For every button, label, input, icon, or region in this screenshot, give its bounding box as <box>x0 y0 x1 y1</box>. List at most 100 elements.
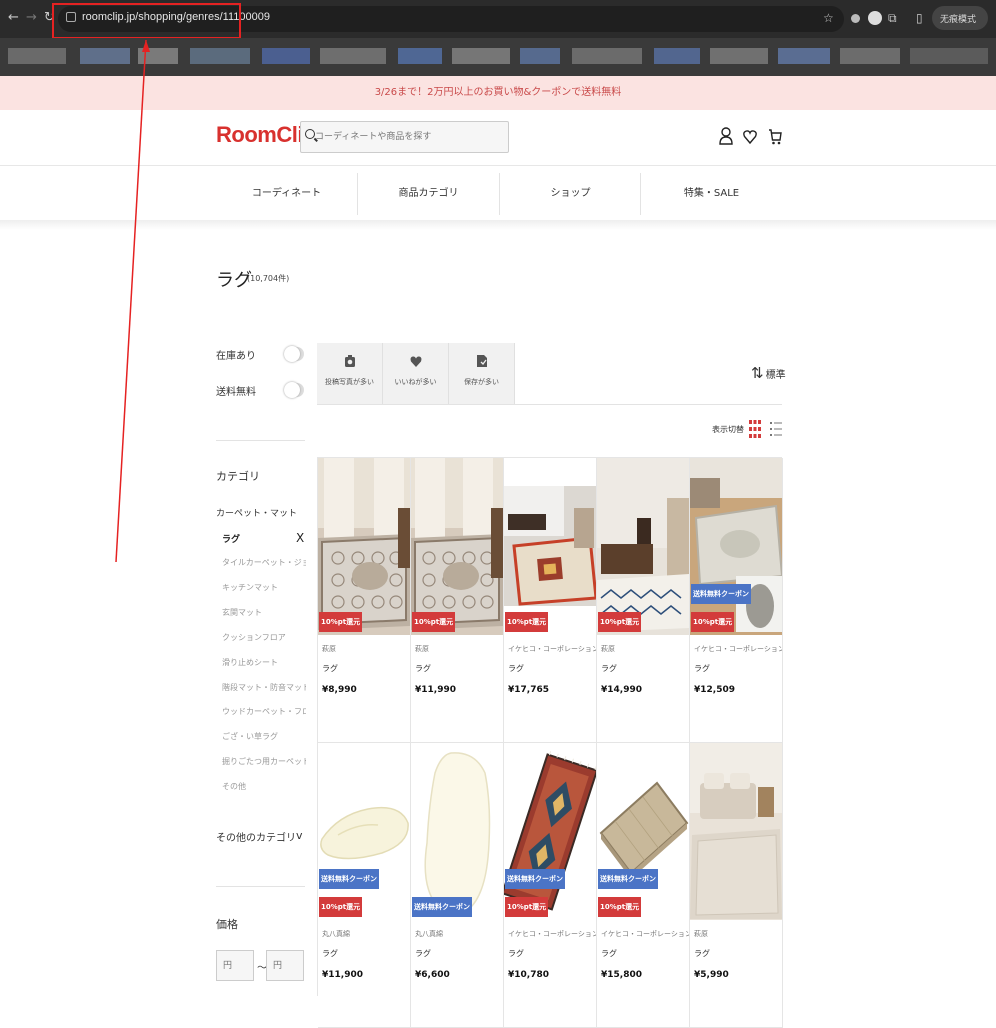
product-image[interactable] <box>504 743 596 920</box>
category-item[interactable]: クッションフロア <box>222 632 306 643</box>
chevron-down-icon[interactable]: v <box>296 829 303 842</box>
product-image[interactable] <box>597 458 689 635</box>
shop-name[interactable]: 萩原 <box>415 644 503 654</box>
price-min-input[interactable] <box>216 950 254 981</box>
product-card[interactable]: 10%pt還元 イケヒコ・コーポレーション ラグ ¥17,765 <box>504 458 597 743</box>
user-icon[interactable] <box>719 126 733 146</box>
forward-icon[interactable]: → <box>26 10 37 25</box>
product-card[interactable]: 送料無料クーポン 10%pt還元 イケヒコ・コーポレーション ラグ ¥12,50… <box>690 458 783 743</box>
camera-icon <box>344 354 356 368</box>
product-name[interactable]: ラグ <box>601 663 617 674</box>
tab-most-saves[interactable]: 保存が多い <box>449 343 515 404</box>
point-badge: 10%pt還元 <box>598 897 642 917</box>
promo-banner[interactable]: 3/26まで！2万円以上のお買い物&クーポンで送料無料 <box>0 76 996 110</box>
product-image[interactable] <box>318 743 410 920</box>
price-heading: 価格 <box>216 918 238 931</box>
free-shipping-toggle[interactable] <box>284 382 304 398</box>
nav-shop[interactable]: ショップ <box>500 173 641 215</box>
product-card[interactable]: 送料無料クーポン 10%pt還元 丸八真綿 ラグ ¥11,900 <box>318 743 411 1028</box>
blurred-bookmark <box>520 48 560 64</box>
category-parent[interactable]: カーペット・マット <box>216 506 297 519</box>
shop-name[interactable]: 萩原 <box>601 644 689 654</box>
product-name[interactable]: ラグ <box>694 948 710 959</box>
incognito-badge[interactable]: 无痕模式 <box>932 6 988 30</box>
back-icon[interactable]: ← <box>8 10 19 25</box>
category-item[interactable]: キッチンマット <box>222 582 306 593</box>
nav-product-category[interactable]: 商品カテゴリ <box>358 173 499 215</box>
product-name[interactable]: ラグ <box>508 663 524 674</box>
profile-extension-icon[interactable] <box>868 11 882 25</box>
category-item[interactable]: ウッドカーペット・フロアマット <box>222 706 306 717</box>
shop-name[interactable]: 丸八真綿 <box>415 929 503 939</box>
sort-arrows-icon: ⇅ <box>751 364 764 382</box>
shop-name[interactable]: イケヒコ・コーポレーション <box>601 929 689 939</box>
category-clear-button[interactable]: X <box>296 531 304 545</box>
free-shipping-coupon-badge: 送料無料クーポン <box>319 869 379 889</box>
shop-name[interactable]: イケヒコ・コーポレーション <box>694 644 782 654</box>
shop-name[interactable]: 萩原 <box>694 929 782 939</box>
category-item[interactable]: 掘りごたつ用カーペット <box>222 756 306 767</box>
blurred-bookmark <box>840 48 900 64</box>
in-stock-toggle[interactable] <box>284 346 304 362</box>
product-name[interactable]: ラグ <box>508 948 524 959</box>
category-heading: カテゴリ <box>216 470 260 483</box>
product-price: ¥6,600 <box>415 970 450 980</box>
product-image[interactable] <box>318 458 410 635</box>
sort-dropdown[interactable]: ⇅ 標準 <box>751 364 786 382</box>
shop-name[interactable]: 丸八真綿 <box>322 929 410 939</box>
category-item[interactable]: その他 <box>222 781 306 792</box>
product-name[interactable]: ラグ <box>601 948 617 959</box>
product-image[interactable] <box>411 743 503 920</box>
search-box[interactable] <box>300 121 509 153</box>
product-card[interactable]: 萩原 ラグ ¥5,990 <box>690 743 783 1028</box>
category-active-item[interactable]: ラグ <box>222 532 306 545</box>
other-categories-toggle[interactable]: その他のカテゴリ <box>216 829 296 844</box>
price-max-input[interactable] <box>266 950 304 981</box>
product-image[interactable] <box>690 458 782 635</box>
product-card[interactable]: 10%pt還元 萩原 ラグ ¥8,990 <box>318 458 411 743</box>
grid-view-icon[interactable] <box>749 420 761 438</box>
product-name[interactable]: ラグ <box>415 663 431 674</box>
blurred-bookmark <box>138 48 178 64</box>
cart-icon[interactable] <box>768 126 782 146</box>
product-image[interactable] <box>504 458 596 635</box>
product-name[interactable]: ラグ <box>322 948 338 959</box>
product-image[interactable] <box>411 458 503 635</box>
shop-name[interactable]: 萩原 <box>322 644 410 654</box>
product-price: ¥8,990 <box>322 685 357 695</box>
tab-most-likes[interactable]: いいねが多い <box>383 343 449 404</box>
category-item[interactable]: 滑り止めシート <box>222 657 306 668</box>
nav-coordinate[interactable]: コーディネート <box>216 173 357 215</box>
product-name[interactable]: ラグ <box>415 948 431 959</box>
divider <box>317 404 782 405</box>
product-name[interactable]: ラグ <box>694 663 710 674</box>
product-card[interactable]: 10%pt還元 萩原 ラグ ¥11,990 <box>411 458 504 743</box>
category-item[interactable]: 階段マット・防音マット <box>222 682 306 693</box>
search-input[interactable] <box>315 122 505 152</box>
product-card[interactable]: 送料無料クーポン 丸八真綿 ラグ ¥6,600 <box>411 743 504 1028</box>
product-name[interactable]: ラグ <box>322 663 338 674</box>
nav-feature-sale[interactable]: 特集・SALE <box>641 173 782 215</box>
category-item[interactable]: 玄関マット <box>222 607 306 618</box>
free-shipping-coupon-badge: 送料無料クーポン <box>412 897 472 917</box>
blurred-bookmark <box>398 48 442 64</box>
category-item[interactable]: ござ・い草ラグ <box>222 731 306 742</box>
bookmark-star-icon[interactable]: ☆ <box>823 11 834 25</box>
list-view-icon[interactable] <box>770 421 782 437</box>
category-item[interactable]: タイルカーペット・ジョイントマット <box>222 557 306 568</box>
sidebar-icon[interactable]: ▯ <box>916 11 923 25</box>
shop-name[interactable]: イケヒコ・コーポレーション <box>508 929 596 939</box>
shop-name[interactable]: イケヒコ・コーポレーション <box>508 644 596 654</box>
puzzle-icon[interactable]: ⧉ <box>888 11 897 26</box>
product-image[interactable] <box>690 743 782 920</box>
tab-most-photos[interactable]: 投稿写真が多い <box>317 343 383 404</box>
product-image[interactable] <box>597 743 689 920</box>
extension-icon[interactable] <box>851 14 860 23</box>
point-badge: 10%pt還元 <box>505 897 549 917</box>
product-card[interactable]: 10%pt還元 萩原 ラグ ¥14,990 <box>597 458 690 743</box>
heart-icon[interactable] <box>743 126 757 146</box>
product-card[interactable]: 送料無料クーポン 10%pt還元 イケヒコ・コーポレーション ラグ ¥15,80… <box>597 743 690 1028</box>
product-card[interactable]: 送料無料クーポン 10%pt還元 イケヒコ・コーポレーション ラグ ¥10,78… <box>504 743 597 1028</box>
point-badge: 10%pt還元 <box>412 612 456 632</box>
product-price: ¥11,900 <box>322 970 363 980</box>
